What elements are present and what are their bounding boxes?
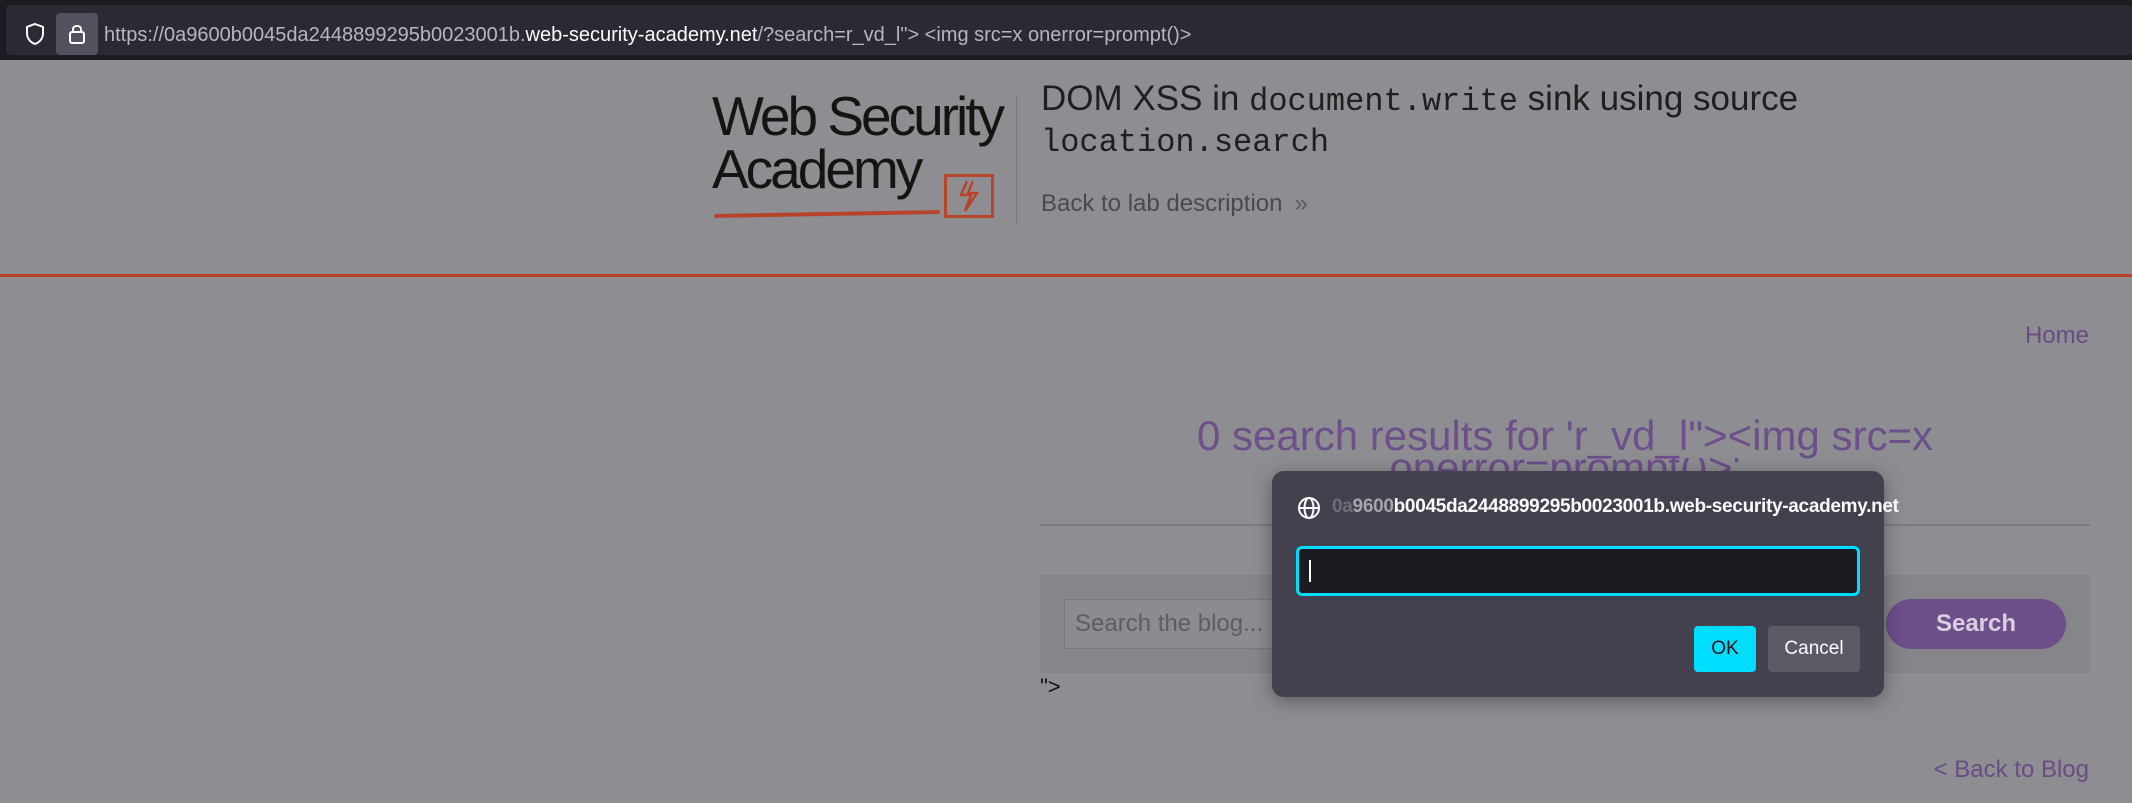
logo-lightning-icon bbox=[944, 174, 994, 218]
lab-title-mid: sink using source bbox=[1517, 79, 1799, 118]
browser-toolbar: https://0a9600b0045da2448899295b0023001b… bbox=[0, 0, 2132, 60]
origin-fade-1: 0a bbox=[1332, 496, 1353, 517]
lab-title: DOM XSS in document.write sink using sou… bbox=[1041, 80, 1941, 162]
header-separator bbox=[0, 274, 2132, 277]
url-suffix: /?search=r_vd_l"> <img src=x onerror=pro… bbox=[757, 24, 1192, 46]
logo-underline bbox=[713, 210, 941, 218]
prompt-input[interactable] bbox=[1296, 546, 1860, 596]
address-bar[interactable]: https://0a9600b0045da2448899295b0023001b… bbox=[6, 5, 2132, 55]
shield-icon[interactable] bbox=[14, 13, 56, 55]
lab-title-code-source: location.search bbox=[1041, 124, 1330, 161]
lab-title-pre: DOM XSS in bbox=[1041, 79, 1250, 118]
logo-line-1: Web Security bbox=[712, 85, 1005, 147]
double-chevron-right-icon: » bbox=[1294, 190, 1308, 217]
back-to-lab-link[interactable]: Back to lab description » bbox=[1041, 190, 1308, 218]
ok-button[interactable]: OK bbox=[1694, 626, 1756, 672]
lab-title-code-sink: document.write bbox=[1249, 83, 1518, 120]
lock-icon[interactable] bbox=[56, 13, 98, 55]
dialog-origin: 0a9600b0045da2448899295b0023001b.web-sec… bbox=[1332, 496, 1899, 518]
back-to-blog-link[interactable]: < Back to Blog bbox=[1934, 756, 2089, 784]
globe-icon bbox=[1296, 495, 1322, 521]
search-results-heading-overflow: onerror=prompt()>' bbox=[1040, 458, 2090, 472]
origin-fade-2: 9600 bbox=[1352, 496, 1394, 517]
injected-stray-text: "> bbox=[1040, 674, 1061, 699]
header-divider bbox=[1016, 94, 1017, 224]
url-prefix: https://0a9600b0045da2448899295b0023001b… bbox=[104, 24, 526, 46]
back-to-lab-label: Back to lab description bbox=[1041, 190, 1283, 217]
prompt-dialog: 0a9600b0045da2448899295b0023001b.web-sec… bbox=[1272, 471, 1899, 697]
url-text[interactable]: https://0a9600b0045da2448899295b0023001b… bbox=[104, 5, 1191, 65]
text-caret bbox=[1309, 560, 1311, 582]
home-link[interactable]: Home bbox=[2025, 322, 2089, 350]
page-header: Web Security Academy DOM XSS in document… bbox=[0, 60, 2132, 275]
cancel-button[interactable]: Cancel bbox=[1768, 626, 1860, 672]
origin-rest: b0045da2448899295b0023001b.web-security-… bbox=[1393, 496, 1899, 517]
search-button[interactable]: Search bbox=[1886, 599, 2066, 649]
url-host: web-security-academy.net bbox=[525, 24, 758, 46]
web-security-academy-logo[interactable]: Web Security Academy bbox=[712, 85, 1012, 230]
